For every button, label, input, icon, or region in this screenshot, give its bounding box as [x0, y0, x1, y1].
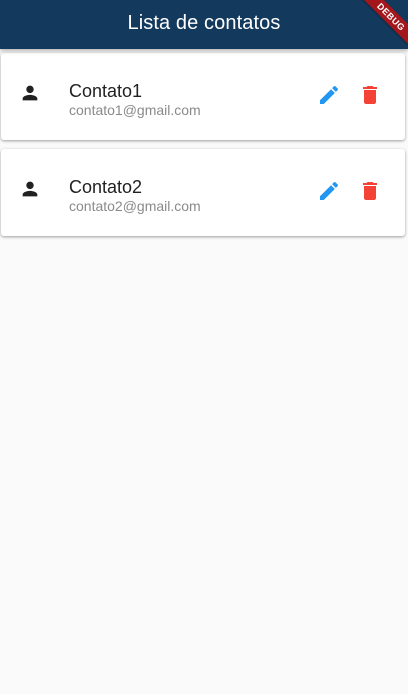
edit-icon: [317, 83, 341, 107]
contact-name: Contato2: [69, 177, 143, 197]
person-icon: [19, 178, 41, 200]
contact-name: Contato1: [69, 81, 143, 101]
edit-button[interactable]: [317, 83, 341, 107]
trash-icon: [358, 179, 382, 203]
contact-email: contato2@gmail.com: [69, 198, 201, 214]
delete-button[interactable]: [358, 83, 382, 107]
debug-banner-label: DEBUG: [354, 0, 408, 54]
edit-icon: [317, 179, 341, 203]
contact-email: contato1@gmail.com: [69, 102, 201, 118]
app-bar: Lista de contatos: [0, 0, 408, 49]
trash-icon: [358, 83, 382, 107]
contact-list: Contato1 contato1@gmail.com Contato2 con…: [0, 49, 408, 245]
debug-banner: DEBUG: [348, 0, 408, 60]
person-icon: [19, 82, 41, 104]
contact-card[interactable]: Contato1 contato1@gmail.com: [1, 53, 405, 140]
edit-button[interactable]: [317, 179, 341, 203]
delete-button[interactable]: [358, 179, 382, 203]
contact-card[interactable]: Contato2 contato2@gmail.com: [1, 149, 405, 236]
page-title: Lista de contatos: [127, 12, 281, 34]
